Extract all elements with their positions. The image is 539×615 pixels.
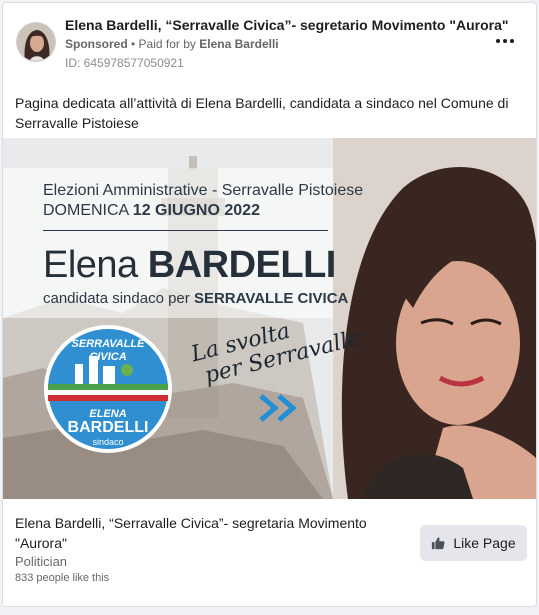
creative-last-name: BARDELLI <box>147 244 337 286</box>
avatar-portrait <box>17 23 55 61</box>
sponsored-label: Sponsored <box>65 37 128 51</box>
advertiser-name[interactable]: Elena Bardelli, “Serravalle Civica”- seg… <box>65 17 509 33</box>
paid-for-prefix: Paid for by <box>138 37 200 51</box>
creative-election-line: Elezioni Amministrative - Serravalle Pis… <box>43 182 364 199</box>
thumbs-up-icon <box>432 537 445 550</box>
creative-role-line: candidata sindaco per SERRAVALLE CIVICA <box>43 290 348 307</box>
logo-text-civica: CIVICA <box>89 351 127 363</box>
advertiser-avatar[interactable] <box>16 22 56 62</box>
creative-candidate-name: Elena BARDELLI <box>43 244 336 287</box>
creative-first-name: Elena <box>43 244 148 286</box>
like-page-button[interactable]: Like Page <box>420 525 527 561</box>
creative-date-line: DOMENICA 12 GIUGNO 2022 <box>43 202 260 220</box>
creative-party: SERRAVALLE CIVICA <box>193 290 349 307</box>
creative-divider <box>43 230 328 231</box>
ad-card: Elena Bardelli, “Serravalle Civica”- seg… <box>2 2 537 607</box>
like-page-label: Like Page <box>453 535 516 551</box>
logo-text-bardelli: BARDELLI <box>67 419 149 436</box>
creative-day: DOMENICA <box>43 202 133 219</box>
creative-date: 12 GIUGNO 2022 <box>132 202 260 219</box>
paid-for-name: Elena Bardelli <box>199 37 279 51</box>
more-options-button[interactable] <box>492 31 518 51</box>
ad-body-text: Pagina dedicata all’attività di Elena Ba… <box>15 95 509 131</box>
page-category: Politician <box>15 554 68 569</box>
page-title-link[interactable]: Elena Bardelli, “Serravalle Civica”- seg… <box>15 513 415 553</box>
creative-role-prefix: candidata sindaco per <box>43 290 194 307</box>
logo-text-serravalle: SERRAVALLE <box>71 338 145 350</box>
party-logo: SERRAVALLE CIVICA ELENA BARDELLI sindaco <box>43 324 173 454</box>
logo-text-sindaco: sindaco <box>92 437 124 447</box>
ad-creative-image[interactable]: Elezioni Amministrative - Serravalle Pis… <box>3 138 536 499</box>
separator-dot: • <box>127 37 139 51</box>
sponsored-line: Sponsored • Paid for by Elena Bardelli <box>65 37 279 51</box>
page-like-count: 833 people like this <box>15 572 110 584</box>
ad-id: ID: 645978577050921 <box>65 56 184 70</box>
more-horizontal-icon <box>496 39 500 43</box>
